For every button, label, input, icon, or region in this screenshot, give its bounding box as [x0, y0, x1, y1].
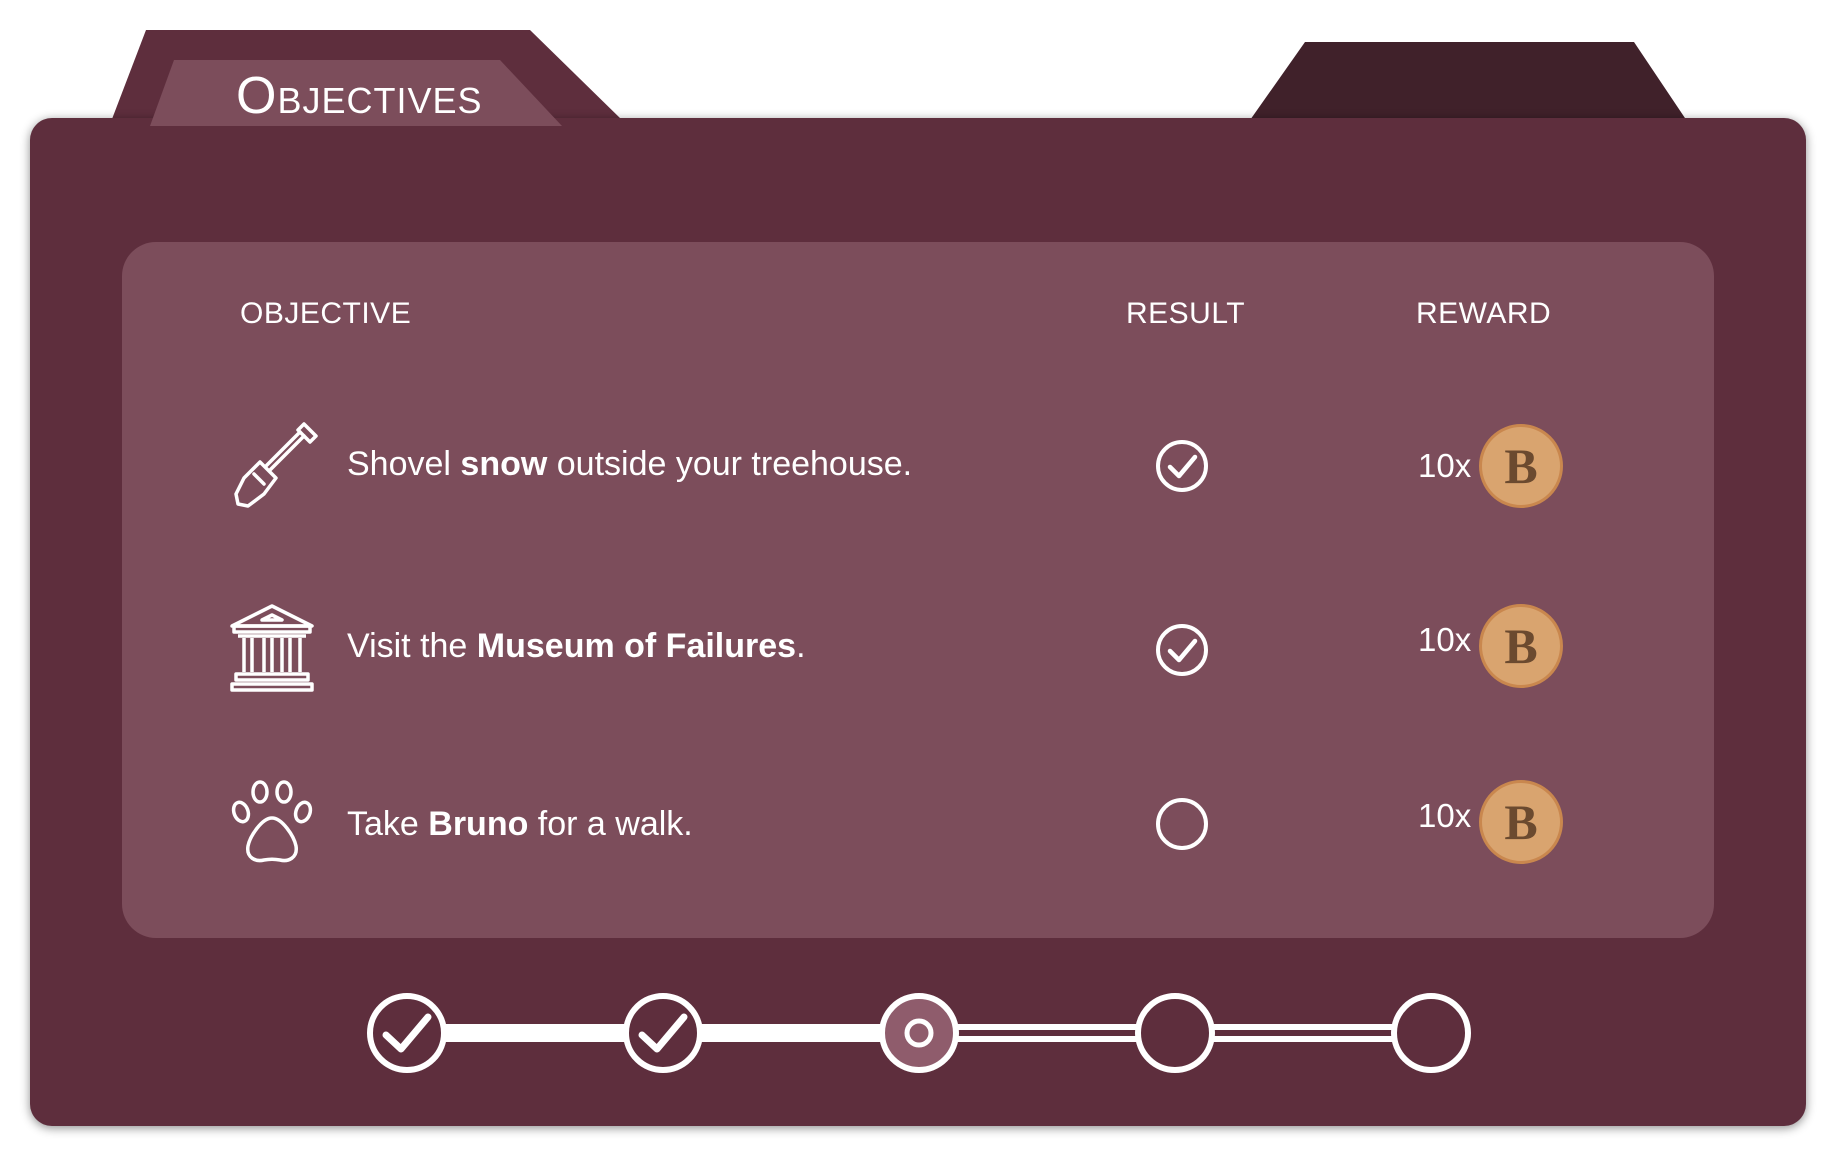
check-circle-icon [1156, 624, 1208, 676]
objective-text-bold: Museum of Failures [476, 627, 797, 665]
tab-title[interactable]: Objectives [236, 66, 483, 126]
empty-circle-icon [1156, 798, 1208, 850]
shovel-icon [234, 422, 318, 508]
reward-count: 10x [1418, 447, 1472, 484]
objectives-screen: Objectives OBJECTIVE RESULT REWARD Shove… [0, 0, 1836, 1155]
objective-text: Shovel snow outside your treehouse. [347, 444, 912, 484]
header-objective: OBJECTIVE [240, 297, 412, 330]
coin-icon: B [1479, 604, 1563, 688]
objective-text-part: outside your treehouse. [547, 445, 913, 483]
check-circle-icon [1156, 440, 1208, 492]
objective-row-museum[interactable]: Visit the Museum of Failures. 10x B [122, 598, 1714, 698]
objective-text-bold: Bruno [428, 805, 529, 843]
objective-row-shovel[interactable]: Shovel snow outside your treehouse. 10x … [122, 416, 1714, 516]
objective-text-part: for a walk. [528, 805, 693, 843]
reward-count: 10x [1418, 797, 1472, 834]
objective-text-bold: snow [460, 445, 548, 483]
header-reward: REWARD [1416, 297, 1552, 330]
museum-icon [230, 604, 314, 692]
objective-text-part: Visit the [347, 627, 477, 665]
header-result: RESULT [1126, 297, 1246, 330]
objective-text-part: Take [347, 805, 429, 843]
objective-row-paw[interactable]: Take Bruno for a walk. 10x B [122, 774, 1714, 874]
reward-count: 10x [1418, 621, 1472, 658]
objective-text: Take Bruno for a walk. [347, 804, 693, 844]
objective-text: Visit the Museum of Failures. [347, 626, 806, 666]
coin-icon: B [1479, 780, 1563, 864]
objective-text-part: Shovel [347, 445, 461, 483]
objective-text-part: . [796, 627, 806, 665]
coin-icon: B [1479, 424, 1563, 508]
objectives-panel: OBJECTIVE RESULT REWARD Shovel snow outs… [122, 242, 1714, 938]
paw-icon [231, 780, 313, 863]
